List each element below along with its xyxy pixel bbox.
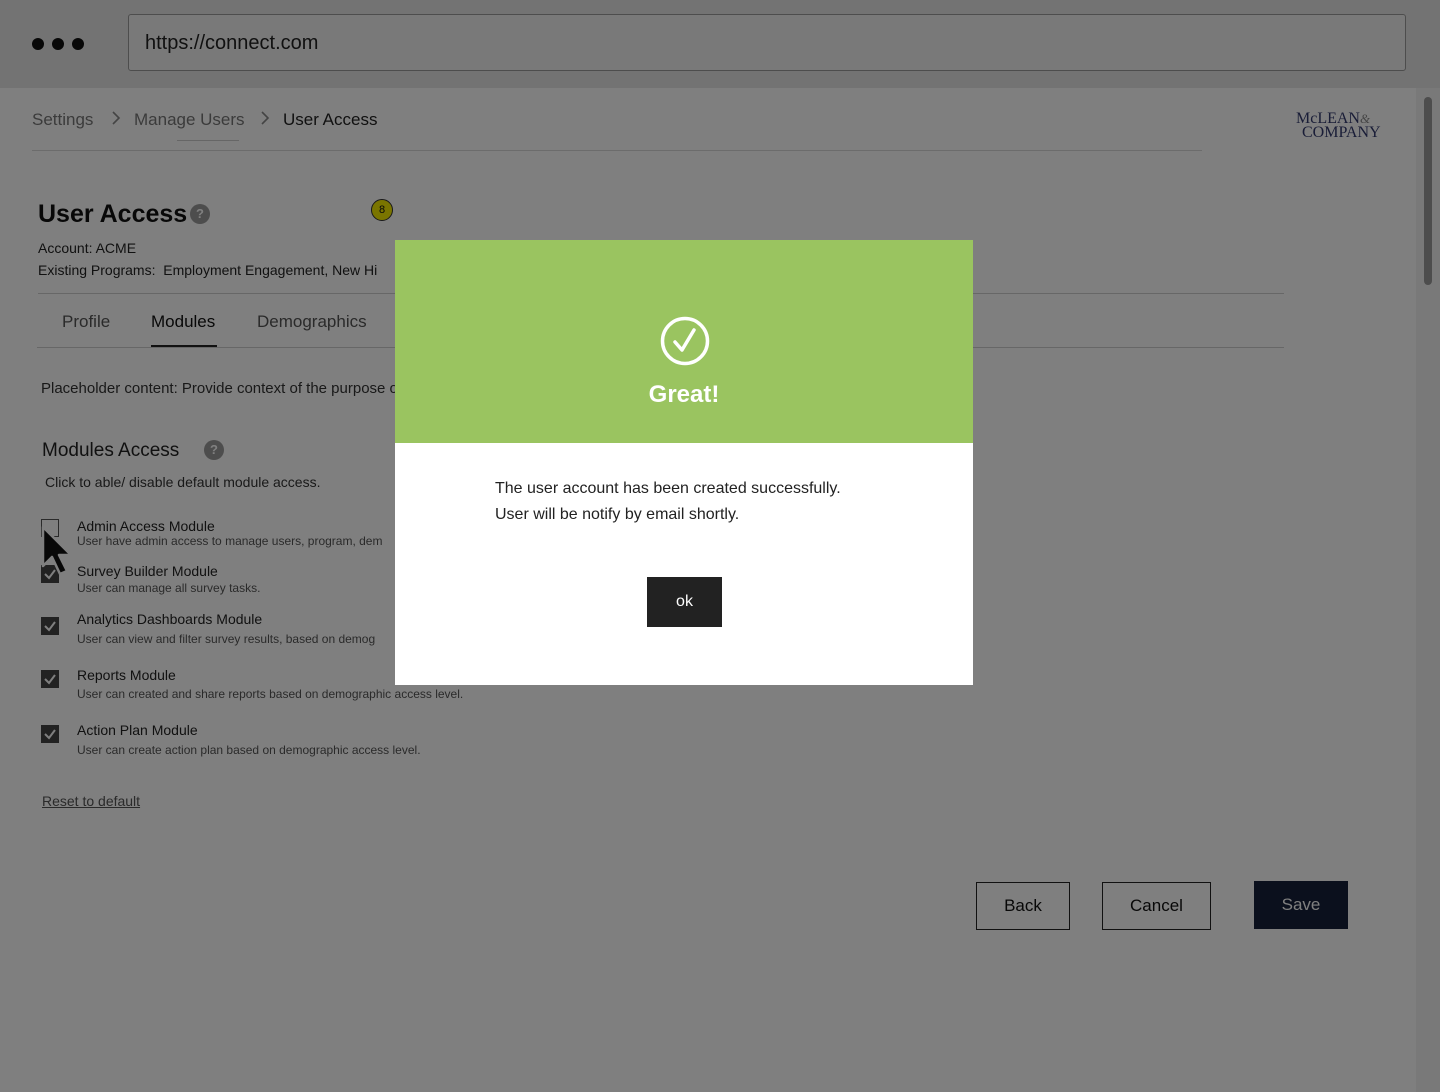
check-circle-icon bbox=[660, 316, 710, 366]
dialog-title: Great! bbox=[648, 381, 720, 408]
dialog-message-line: User will be notify by email shortly. bbox=[495, 506, 740, 523]
ok-button[interactable]: ok bbox=[647, 577, 722, 627]
dialog-message-line: The user account has been created succes… bbox=[495, 480, 841, 497]
dialog-message: The user account has been created succes… bbox=[495, 476, 841, 528]
success-dialog: Great! The user account has been created… bbox=[395, 240, 973, 685]
dialog-header: Great! bbox=[395, 240, 973, 443]
